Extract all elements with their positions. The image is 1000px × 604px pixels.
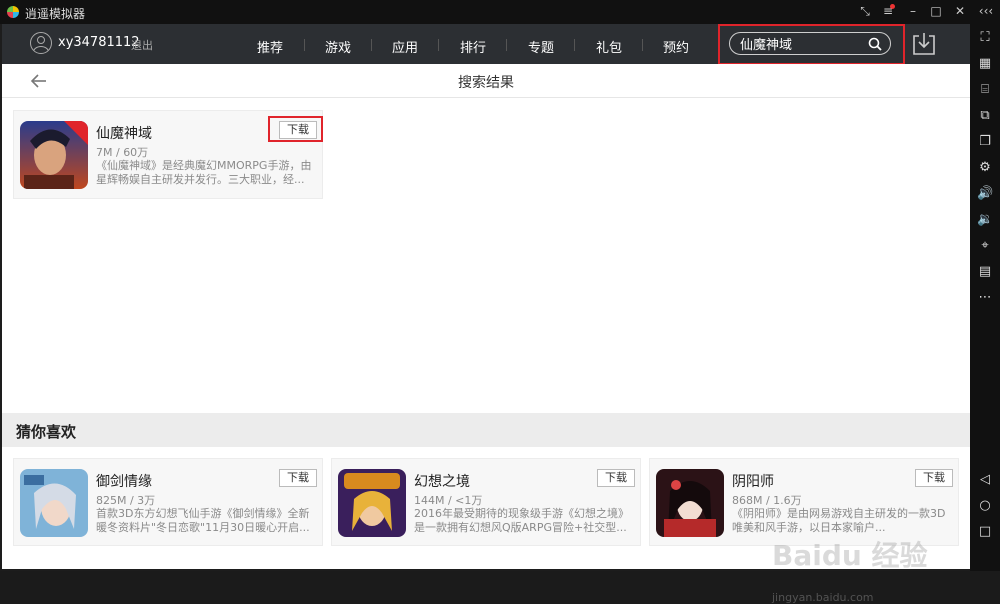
- settings-icon[interactable]: ⚙: [977, 160, 993, 176]
- window-title: 逍遥模拟器: [25, 7, 86, 21]
- app-logo-icon: [7, 6, 19, 18]
- search-icon[interactable]: [868, 37, 882, 51]
- game-description: 2016年最受期待的现象级手游《幻想之境》是一款拥有幻想风Q版ARPG冒险+社交…: [414, 507, 629, 534]
- title-bar: 逍遥模拟器 ⤡ ≡ – □ ✕ ‹‹‹: [0, 0, 1000, 24]
- user-avatar-icon[interactable]: [30, 32, 52, 54]
- collapse-sidebar-icon[interactable]: ‹‹‹: [975, 3, 997, 19]
- nav-divider: [574, 39, 575, 51]
- game-description: 首款3D东方幻想飞仙手游《御剑情缘》全新暖冬资料片"冬日恋歌"11月30日暖心开…: [96, 507, 310, 534]
- emulator-toolbar: ⛶ ▦ ⌸ ⧉ ❐ ⚙ 🔊 🔉 ⌖ ▤ ⋯ ◁ ○ □: [970, 24, 1000, 571]
- window-icon[interactable]: ❐: [977, 134, 993, 150]
- emulator-window: 逍遥模拟器 ⤡ ≡ – □ ✕ ‹‹‹ xy34781112 退出 推荐 游戏 …: [0, 0, 1000, 604]
- nav-divider: [371, 39, 372, 51]
- menu-icon[interactable]: ≡: [880, 3, 896, 19]
- keyboard-icon[interactable]: ▦: [977, 56, 993, 72]
- nav-item-topics[interactable]: 专题: [528, 37, 554, 56]
- minimize-icon[interactable]: –: [905, 3, 921, 19]
- game-meta: 7M / 60万: [96, 146, 149, 159]
- recommend-section-header: 猜你喜欢: [2, 413, 970, 447]
- page-title: 搜索结果: [458, 75, 514, 91]
- section-title: 猜你喜欢: [16, 423, 77, 441]
- download-button[interactable]: 下载: [915, 469, 953, 487]
- game-description: 《仙魔神域》是经典魔幻MMORPG手游，由星辉畅娱自主研发并发行。三大职业，经.…: [96, 159, 312, 186]
- download-button[interactable]: 下载: [597, 469, 635, 487]
- nav-divider: [642, 39, 643, 51]
- watermark-brand: Baidu 经验: [772, 539, 928, 572]
- back-icon[interactable]: ◁: [977, 472, 993, 488]
- maximize-icon[interactable]: □: [928, 3, 944, 19]
- game-icon-xianmoshenyu: [20, 121, 88, 189]
- fullscreen-icon[interactable]: ⛶: [977, 30, 993, 46]
- game-description: 《阴阳师》是由网易游戏自主研发的一款3D唯美和风手游，以日本家喻户...: [732, 507, 946, 534]
- game-name: 幻想之境: [414, 474, 470, 490]
- nav-item-apps[interactable]: 应用: [392, 37, 418, 56]
- nav-item-ranking[interactable]: 排行: [460, 37, 486, 56]
- nav-item-gifts[interactable]: 礼包: [596, 37, 622, 56]
- home-icon[interactable]: ○: [977, 498, 993, 514]
- recommend-card[interactable]: 阴阳师 868M / 1.6万 《阴阳师》是由网易游戏自主研发的一款3D唯美和风…: [649, 458, 959, 546]
- main-content: 搜索结果 仙魔神域 7M / 60万 《仙魔神域》是经典魔幻MMORPG手游，由…: [2, 64, 970, 604]
- nav-item-recommend[interactable]: 推荐: [257, 37, 283, 56]
- game-name: 阴阳师: [732, 474, 774, 490]
- top-nav: xy34781112 退出 推荐 游戏 应用 排行 专题 礼包 预约: [2, 24, 970, 65]
- nav-item-games[interactable]: 游戏: [325, 37, 351, 56]
- page-header: 搜索结果: [2, 64, 970, 98]
- search-box[interactable]: [729, 32, 891, 55]
- recommend-card[interactable]: 御剑情缘 825M / 3万 首款3D东方幻想飞仙手游《御剑情缘》全新暖冬资料片…: [13, 458, 323, 546]
- shrink-icon[interactable]: ⤡: [857, 3, 873, 19]
- more-icon[interactable]: ⋯: [977, 290, 993, 306]
- recent-apps-icon[interactable]: □: [977, 524, 993, 540]
- nav-divider: [438, 39, 439, 51]
- macro-icon[interactable]: ⌸: [977, 82, 993, 98]
- download-highlight-frame: [268, 116, 323, 142]
- logout-link[interactable]: 退出: [131, 37, 153, 53]
- download-manager-icon[interactable]: [911, 31, 937, 57]
- download-button[interactable]: 下载: [279, 469, 317, 487]
- multi-instance-icon[interactable]: ⧉: [977, 108, 993, 124]
- game-icon-yinyangshi: [656, 469, 724, 537]
- game-icon-yujianqingyuan: [20, 469, 88, 537]
- game-name: 御剑情缘: [96, 474, 152, 490]
- game-meta: 868M / 1.6万: [732, 494, 802, 507]
- watermark-url: jingyan.baidu.com: [772, 591, 874, 604]
- nav-divider: [304, 39, 305, 51]
- nav-divider: [506, 39, 507, 51]
- folder-icon[interactable]: ▤: [977, 264, 993, 280]
- username[interactable]: xy34781112: [58, 35, 140, 50]
- game-meta: 825M / 3万: [96, 494, 156, 507]
- game-icon-huanxiangzhijing: [338, 469, 406, 537]
- recommend-card[interactable]: 幻想之境 144M / <1万 2016年最受期待的现象级手游《幻想之境》是一款…: [331, 458, 641, 546]
- game-meta: 144M / <1万: [414, 494, 483, 507]
- volume-up-icon[interactable]: 🔊: [977, 186, 993, 202]
- location-icon[interactable]: ⌖: [977, 238, 993, 254]
- close-icon[interactable]: ✕: [952, 3, 968, 19]
- nav-item-reserve[interactable]: 预约: [663, 37, 689, 56]
- search-input[interactable]: [740, 35, 860, 52]
- game-name: 仙魔神域: [96, 126, 152, 142]
- volume-down-icon[interactable]: 🔉: [977, 212, 993, 228]
